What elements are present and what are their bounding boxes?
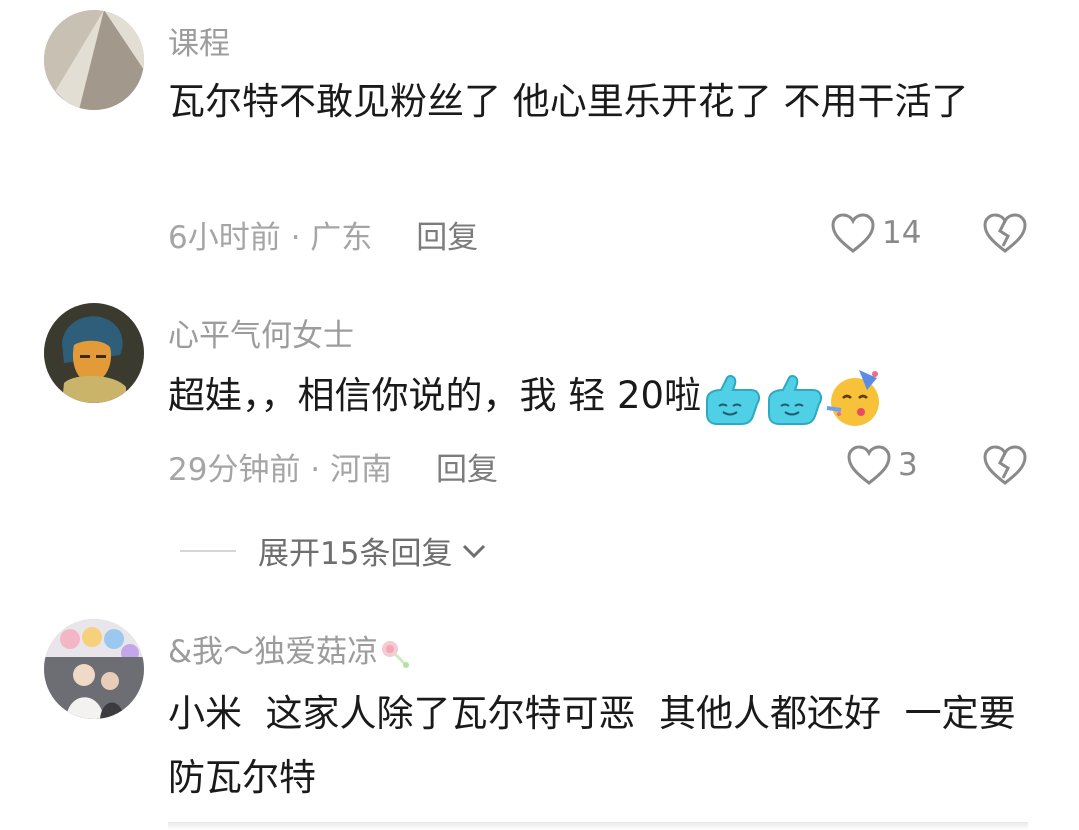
comment-location: 河南 [330, 452, 393, 488]
chevron-down-icon [463, 544, 486, 558]
reply-button[interactable]: 回复 [416, 220, 478, 256]
divider-line [180, 549, 236, 552]
blue-thumb-emoji [768, 374, 823, 425]
lollipop-emoji [382, 640, 410, 668]
meta-separator: · [300, 452, 331, 488]
avatar-image [44, 303, 144, 403]
username[interactable]: 心平气何女士 [168, 310, 354, 355]
blue-thumb-emoji [706, 374, 761, 425]
like-button[interactable]: 3 [846, 444, 918, 486]
username[interactable]: 课程 [168, 18, 230, 63]
comment-text: 超娃，，相信你说的，我 轻 20啦 [168, 364, 1038, 428]
comment-time: 29分钟前 [168, 452, 301, 488]
dislike-button[interactable] [982, 444, 1028, 490]
comment-meta: 29分钟前 · 河南 回复 [168, 444, 498, 489]
broken-heart-icon [983, 445, 1027, 485]
dislike-button[interactable] [982, 212, 1028, 258]
comment-meta: 6小时前 · 广东 回复 [168, 212, 478, 257]
heart-icon [847, 445, 891, 485]
like-count: 3 [898, 447, 918, 483]
comment-text: 小米 这家人除了瓦尔特可恶 其他人都还好 一定要防瓦尔特 [168, 692, 1016, 799]
username-text: &我～独爱菇凉 [168, 634, 379, 670]
avatar[interactable] [44, 303, 144, 403]
comment-text-body: 超娃，，相信你说的，我 轻 20啦 [168, 374, 702, 417]
party-face-emoji [826, 369, 880, 426]
expand-replies-label: 展开15条回复 [258, 536, 453, 572]
avatar[interactable] [44, 10, 144, 110]
broken-heart-icon [983, 213, 1027, 253]
comment-meta-cutoff [168, 822, 1028, 830]
like-button[interactable]: 14 [830, 212, 921, 254]
comment-text: 瓦尔特不敢见粉丝了 他心里乐开花了 不用干活了 [168, 80, 969, 123]
avatar[interactable] [44, 619, 144, 719]
meta-separator: · [280, 220, 311, 256]
username[interactable]: &我～独爱菇凉 [168, 626, 412, 671]
expand-replies-button[interactable]: 展开15条回复 [180, 528, 488, 573]
heart-icon [831, 213, 875, 253]
comment-time: 6小时前 [168, 220, 281, 256]
avatar-image [44, 10, 144, 110]
reply-button[interactable]: 回复 [436, 452, 498, 488]
avatar-image [44, 619, 144, 719]
comment-location: 广东 [310, 220, 373, 256]
like-count: 14 [882, 215, 922, 251]
